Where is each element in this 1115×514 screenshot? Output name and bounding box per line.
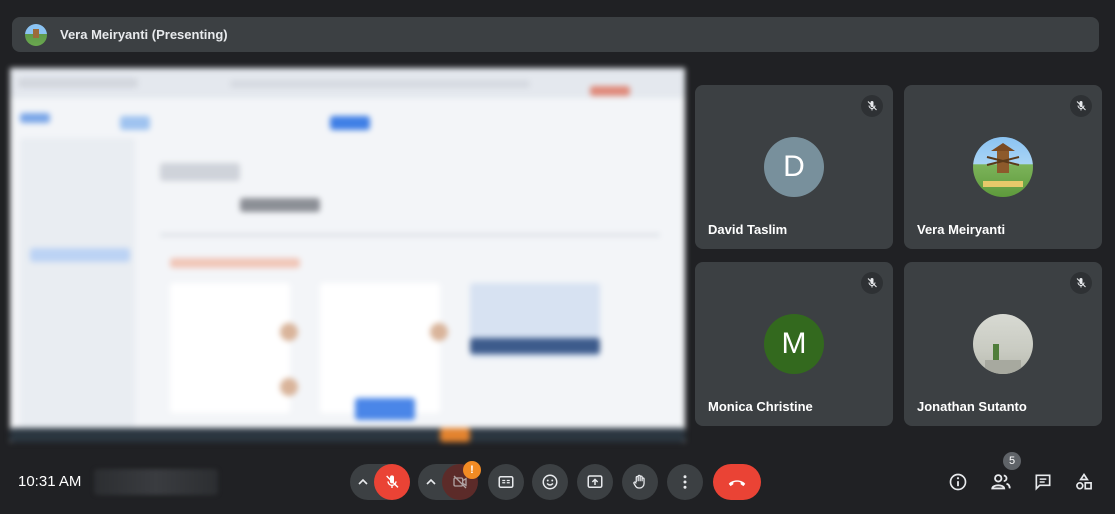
control-bar: 10:31 AM ! 5 — [0, 452, 1115, 507]
more-options-button[interactable] — [667, 464, 703, 500]
emoji-icon — [542, 474, 558, 490]
raise-hand-button[interactable] — [622, 464, 658, 500]
avatar — [973, 314, 1033, 374]
camera-warning-badge: ! — [463, 461, 481, 479]
participant-name: Monica Christine — [708, 399, 813, 414]
more-vert-icon — [683, 475, 687, 489]
participant-tile[interactable]: M Monica Christine — [695, 262, 893, 426]
end-call-icon — [728, 480, 746, 487]
mic-toggle-button[interactable] — [374, 464, 410, 500]
activities-button[interactable] — [1066, 464, 1102, 500]
participant-tile[interactable]: Jonathan Sutanto — [904, 262, 1102, 426]
present-button[interactable] — [577, 464, 613, 500]
presenter-avatar — [25, 23, 47, 46]
meeting-code — [94, 469, 218, 495]
activities-icon — [1076, 472, 1092, 490]
raise-hand-icon — [633, 474, 645, 489]
reactions-button[interactable] — [532, 464, 568, 500]
mic-off-icon — [861, 95, 883, 117]
chat-icon — [1035, 474, 1051, 491]
mic-off-icon — [1070, 95, 1092, 117]
presenter-bar: Vera Meiryanti (Presenting) — [12, 17, 1099, 52]
captions-icon — [498, 476, 514, 488]
mic-off-icon — [1070, 272, 1092, 294]
chevron-up-icon — [358, 478, 368, 485]
avatar — [973, 137, 1033, 197]
camera-options-button[interactable] — [420, 464, 442, 500]
captions-button[interactable] — [488, 464, 524, 500]
people-count-badge: 5 — [1003, 452, 1021, 470]
meeting-details-button[interactable] — [940, 464, 976, 500]
mic-off-icon — [861, 272, 883, 294]
chevron-up-icon — [426, 478, 436, 485]
leave-call-button[interactable] — [713, 464, 761, 500]
people-icon — [991, 474, 1011, 490]
shared-screen — [10, 68, 685, 442]
participant-name: Vera Meiryanti — [917, 222, 1006, 237]
mic-options-button[interactable] — [352, 464, 374, 500]
participant-tile[interactable]: D David Taslim — [695, 85, 893, 249]
info-icon — [949, 473, 967, 491]
present-screen-icon — [587, 475, 603, 488]
participant-name: David Taslim — [708, 222, 788, 237]
avatar: M — [764, 314, 824, 374]
presenter-label: Vera Meiryanti (Presenting) — [60, 27, 228, 42]
mic-off-icon — [386, 475, 399, 488]
participant-tile[interactable]: Vera Meiryanti — [904, 85, 1102, 249]
avatar: D — [764, 137, 824, 197]
chat-button[interactable] — [1025, 464, 1061, 500]
participant-name: Jonathan Sutanto — [917, 399, 1027, 414]
clock: 10:31 AM — [18, 473, 82, 490]
